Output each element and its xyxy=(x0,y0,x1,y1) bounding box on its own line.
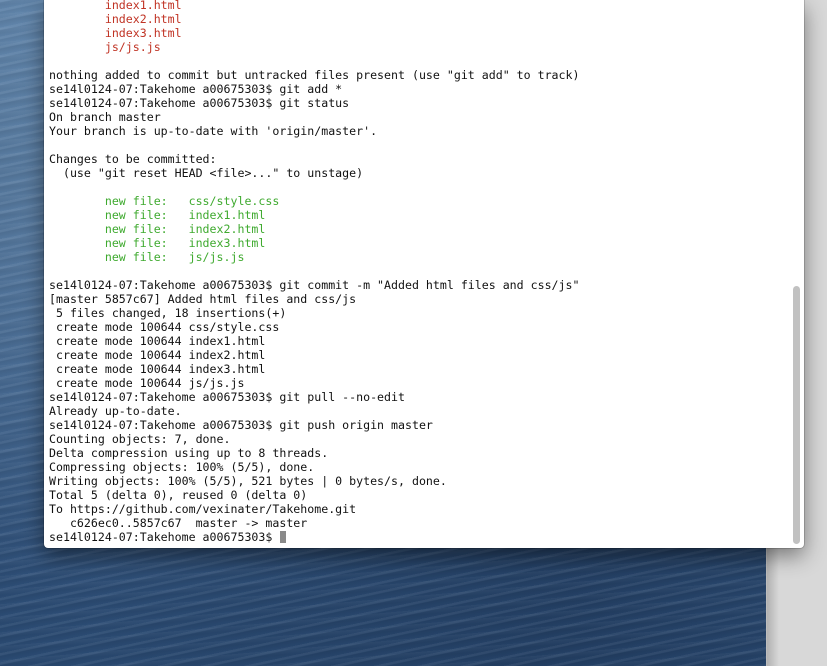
terminal-line: c626ec0..5857c67 master -> master xyxy=(49,516,308,530)
terminal-line: create mode 100644 index1.html xyxy=(49,334,266,348)
terminal-line: create mode 100644 css/style.css xyxy=(49,320,280,334)
terminal-prompt: se14l0124-07:Takehome a00675303$ xyxy=(49,530,273,544)
terminal-window[interactable]: index1.html index2.html index3.html js/j… xyxy=(44,0,804,548)
terminal-line: Already up-to-date. xyxy=(49,404,182,418)
terminal-line: js/js.js xyxy=(49,40,161,54)
terminal-line: create mode 100644 index3.html xyxy=(49,362,266,376)
terminal-line: new file: js/js.js xyxy=(49,250,245,264)
terminal-line: On branch master xyxy=(49,110,161,124)
terminal-line: new file: index2.html xyxy=(49,222,266,236)
terminal-line: index3.html xyxy=(49,26,182,40)
terminal-line: new file: index3.html xyxy=(49,236,266,250)
terminal-line: new file: css/style.css xyxy=(49,194,280,208)
scrollbar-thumb[interactable] xyxy=(793,286,800,544)
terminal-line: se14l0124-07:Takehome a00675303$ git sta… xyxy=(49,96,350,110)
text-cursor xyxy=(280,531,287,543)
terminal-line: Delta compression using up to 8 threads. xyxy=(49,446,329,460)
terminal-line: se14l0124-07:Takehome a00675303$ git com… xyxy=(49,278,580,292)
terminal-line: Compressing objects: 100% (5/5), done. xyxy=(49,460,315,474)
terminal-line: Your branch is up-to-date with 'origin/m… xyxy=(49,124,378,138)
terminal-prompt-line[interactable]: se14l0124-07:Takehome a00675303$ xyxy=(49,530,790,544)
terminal-line: (use "git reset HEAD <file>..." to unsta… xyxy=(49,166,364,180)
terminal-line: 5 files changed, 18 insertions(+) xyxy=(49,306,287,320)
terminal-line: nothing added to commit but untracked fi… xyxy=(49,68,580,82)
terminal-line: Total 5 (delta 0), reused 0 (delta 0) xyxy=(49,488,308,502)
terminal-output: index1.html index2.html index3.html js/j… xyxy=(49,0,790,544)
terminal-line: create mode 100644 index2.html xyxy=(49,348,266,362)
terminal-line: [master 5857c67] Added html files and cs… xyxy=(49,292,357,306)
terminal-line: se14l0124-07:Takehome a00675303$ git pus… xyxy=(49,418,433,432)
terminal-line: index1.html xyxy=(49,0,182,12)
terminal-line: Changes to be committed: xyxy=(49,152,217,166)
terminal-line: Counting objects: 7, done. xyxy=(49,432,231,446)
terminal-line: To https://github.com/vexinater/Takehome… xyxy=(49,502,357,516)
terminal-line: create mode 100644 js/js.js xyxy=(49,376,245,390)
terminal-line: se14l0124-07:Takehome a00675303$ git pul… xyxy=(49,390,405,404)
terminal-line: se14l0124-07:Takehome a00675303$ git add… xyxy=(49,82,343,96)
terminal-line: index2.html xyxy=(49,12,182,26)
terminal-line: Writing objects: 100% (5/5), 521 bytes |… xyxy=(49,474,447,488)
terminal-line: new file: index1.html xyxy=(49,208,266,222)
